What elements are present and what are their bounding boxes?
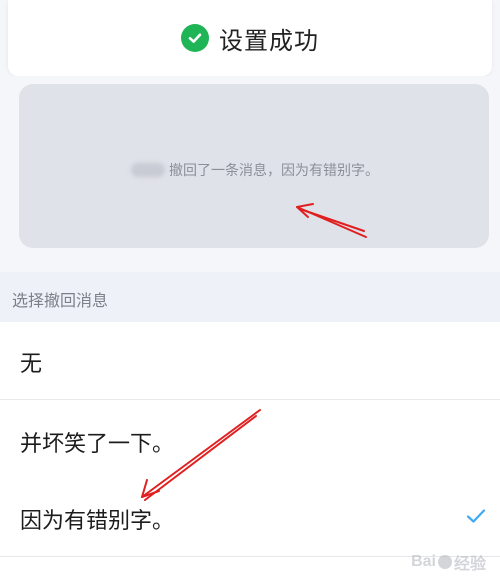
recall-preview-row: 撤回了一条消息，因为有错别字。: [131, 160, 379, 180]
check-circle-icon: [181, 24, 209, 52]
option-smirk[interactable]: 并坏笑了一下。: [0, 402, 500, 480]
checkmark-icon: [466, 509, 486, 523]
recall-message-settings-screen: 设置成功 撤回了一条消息，因为有错别字。 选择撤回消息 无 并坏笑了一下。 因为…: [0, 0, 500, 576]
toast-message: 设置成功: [219, 26, 319, 55]
success-toast: 设置成功: [8, 0, 492, 76]
section-title: 选择撤回消息: [12, 291, 109, 310]
option-label: 并坏笑了一下。: [20, 432, 175, 457]
option-typo[interactable]: 因为有错别字。: [0, 479, 500, 557]
option-none[interactable]: 无: [0, 322, 500, 400]
watermark-text-right: 经验: [453, 556, 486, 573]
option-label: 因为有错别字。: [20, 509, 175, 534]
option-list: 无 并坏笑了一下。 因为有错别字。: [0, 322, 500, 576]
section-header: 选择撤回消息: [0, 272, 500, 322]
blurred-username: [131, 163, 165, 177]
paw-icon: [437, 555, 452, 569]
preview-area: 撤回了一条消息，因为有错别字。: [0, 76, 500, 272]
divider: [0, 399, 500, 400]
option-label: 无: [20, 352, 43, 377]
watermark-text-left: Bai: [411, 553, 436, 570]
recall-preview-message: 撤回了一条消息，因为有错别字。: [169, 163, 379, 179]
watermark-logo: Bai 经验: [411, 550, 486, 574]
recall-preview-card: 撤回了一条消息，因为有错别字。: [19, 84, 489, 248]
